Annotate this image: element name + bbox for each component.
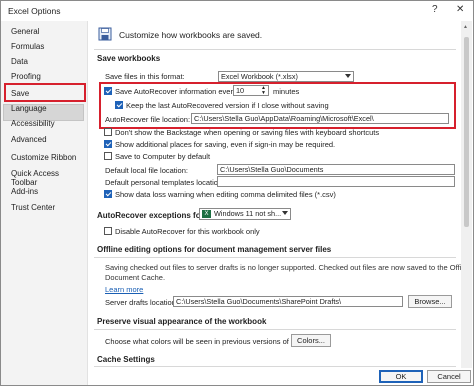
sidebar: General Formulas Data Proofing Save Lang…: [1, 21, 88, 385]
dont-show-backstage-label: Don't show the Backstage when opening or…: [115, 128, 380, 137]
autorecover-exceptions-label: AutoRecover exceptions for:: [97, 211, 207, 220]
format-label: Save files in this format:: [105, 72, 185, 81]
preserve-divider: [94, 329, 456, 330]
sidebar-item-add-ins[interactable]: Add-ins: [11, 187, 38, 196]
excel-options-window: Excel Options ? ✕ General Formulas Data …: [0, 0, 474, 386]
save-icon: [98, 27, 112, 43]
workbook-select[interactable]: X Windows 11 not sh...: [199, 208, 291, 220]
window-title: Excel Options: [8, 6, 61, 16]
page-header-text: Customize how workbooks are saved.: [119, 30, 263, 40]
show-additional-places-label: Show additional places for saving, even …: [115, 140, 336, 149]
close-icon[interactable]: ✕: [456, 4, 464, 15]
autorecover-highlight-box: [99, 82, 456, 129]
save-highlight-box: [4, 83, 86, 102]
workbook-select-value: Windows 11 not sh...: [214, 209, 282, 218]
excel-workbook-icon: X: [202, 210, 211, 219]
chevron-down-icon: [345, 74, 351, 78]
server-drafts-value: C:\Users\Stella Guo\Documents\SharePoint…: [176, 297, 342, 306]
save-to-computer-checkbox[interactable]: [104, 152, 112, 160]
ok-button[interactable]: OK: [379, 370, 423, 383]
sidebar-item-formulas[interactable]: Formulas: [11, 42, 44, 51]
learn-more-link[interactable]: Learn more: [105, 285, 143, 294]
section-title-save-workbooks: Save workbooks: [97, 54, 161, 63]
help-icon[interactable]: ?: [432, 4, 438, 15]
sidebar-item-data[interactable]: Data: [11, 57, 28, 66]
server-drafts-field[interactable]: C:\Users\Stella Guo\Documents\SharePoint…: [173, 296, 403, 307]
show-data-loss-label: Show data loss warning when editing comm…: [115, 190, 336, 199]
colors-button[interactable]: Colors...: [291, 334, 331, 347]
header-divider: [94, 49, 456, 50]
colors-button-label: Colors...: [297, 336, 325, 345]
save-to-computer-label: Save to Computer by default: [115, 152, 211, 161]
sidebar-item-trust-center[interactable]: Trust Center: [11, 203, 55, 212]
show-additional-places-checkbox[interactable]: [104, 140, 112, 148]
show-data-loss-checkbox[interactable]: [104, 190, 112, 198]
sidebar-item-customize-ribbon[interactable]: Customize Ribbon: [11, 153, 76, 162]
colors-text: Choose what colors will be seen in previ…: [105, 337, 312, 346]
scroll-up-icon[interactable]: ▲: [463, 24, 468, 30]
sidebar-item-general[interactable]: General: [11, 27, 39, 36]
default-templates-label: Default personal templates location:: [105, 178, 225, 187]
offline-divider: [94, 257, 456, 258]
format-select-value: Excel Workbook (*.xlsx): [221, 72, 298, 81]
content-scrollbar[interactable]: ▲: [461, 21, 472, 368]
scroll-thumb[interactable]: [464, 37, 469, 227]
sidebar-item-advanced[interactable]: Advanced: [11, 135, 47, 144]
server-drafts-label: Server drafts location:: [105, 298, 178, 307]
chevron-down-icon: [282, 211, 288, 215]
offline-info-line1: Saving checked out files to server draft…: [105, 263, 470, 272]
sidebar-item-quick-access-toolbar[interactable]: Quick Access Toolbar: [11, 169, 87, 187]
section-title-cache-settings: Cache Settings: [97, 355, 155, 364]
section-title-preserve-appearance: Preserve visual appearance of the workbo…: [97, 317, 267, 326]
default-templates-field[interactable]: [217, 176, 455, 187]
sidebar-item-proofing[interactable]: Proofing: [11, 72, 41, 81]
sidebar-item-language[interactable]: Language: [11, 104, 47, 113]
offline-info-line2: Document Cache.: [105, 273, 166, 282]
default-local-label: Default local file location:: [105, 166, 188, 175]
cancel-button[interactable]: Cancel: [427, 370, 471, 383]
disable-autorecover-label: Disable AutoRecover for this workbook on…: [115, 227, 260, 236]
format-select[interactable]: Excel Workbook (*.xlsx): [218, 71, 354, 82]
browse-button[interactable]: Browse...: [408, 295, 452, 308]
section-title-offline-editing: Offline editing options for document man…: [97, 245, 332, 254]
cache-divider: [94, 366, 456, 367]
disable-autorecover-checkbox[interactable]: [104, 227, 112, 235]
default-local-field[interactable]: C:\Users\Stella Guo\Documents: [217, 164, 455, 175]
default-local-value: C:\Users\Stella Guo\Documents: [220, 165, 324, 174]
dont-show-backstage-checkbox[interactable]: [104, 128, 112, 136]
sidebar-item-accessibility[interactable]: Accessibility: [11, 119, 55, 128]
title-bar: Excel Options ? ✕: [1, 1, 473, 21]
